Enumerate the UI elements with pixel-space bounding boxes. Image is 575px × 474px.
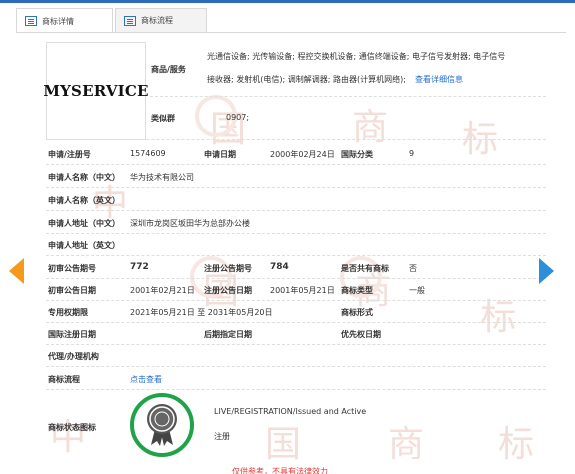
tab-label: 商标流程	[141, 16, 173, 25]
trademark-logo-text: MYSERVICE	[43, 82, 149, 100]
list-icon	[124, 15, 136, 26]
prelim-date-label: 初审公告日期	[48, 286, 96, 295]
row-divider	[46, 139, 546, 140]
status-chinese: 注册	[214, 432, 230, 441]
row-divider	[46, 389, 546, 390]
mark-type-label: 商标类型	[341, 286, 373, 295]
status-label: 商标状态图标	[48, 423, 96, 432]
goods-services-line1: 光通信设备; 光传输设备; 程控交换机设备; 通信终端设备; 电子信号发射器; …	[207, 52, 506, 61]
intl-class-label: 国际分类	[341, 150, 373, 159]
row-divider	[46, 300, 546, 301]
prelim-no-value: 772	[130, 262, 149, 272]
row-divider	[46, 187, 546, 188]
row-divider	[150, 96, 546, 97]
address-cn-label: 申请人地址（中文）	[48, 219, 120, 228]
mark-form-label: 商标形式	[341, 308, 373, 317]
award-ribbon-icon	[147, 404, 177, 446]
top-accent-bar	[0, 0, 575, 3]
view-details-link[interactable]: 查看详细信息	[415, 74, 463, 85]
row-divider	[46, 210, 546, 211]
applicant-cn-label: 申请人名称（中文）	[48, 173, 120, 182]
priority-date-label: 优先权日期	[341, 330, 381, 339]
row-divider	[46, 322, 546, 323]
applicant-cn-value: 华为技术有限公司	[130, 173, 194, 182]
reg-notice-no-value: 784	[270, 262, 289, 272]
apply-date-label: 申请日期	[204, 150, 236, 159]
reg-notice-no-label: 注册公告期号	[204, 264, 252, 273]
document-icon	[25, 16, 37, 26]
view-process-link[interactable]: 点击查看	[130, 374, 162, 385]
applicant-en-label: 申请人名称（英文）	[48, 196, 120, 205]
reg-no-value: 1574609	[130, 149, 166, 158]
tab-trademark-process[interactable]: 商标流程	[115, 8, 207, 32]
mark-type-value: 一般	[409, 286, 425, 295]
next-arrow-icon[interactable]	[539, 258, 554, 284]
disclaimer-text: 仅供参考，不具有法律效力	[232, 467, 328, 474]
goods-services-label: 商品/服务	[151, 65, 186, 74]
status-badge	[130, 393, 194, 457]
tab-bar: 商标详情 商标流程	[16, 8, 209, 33]
row-divider	[46, 233, 546, 234]
status-english: LIVE/REGISTRATION/Issued and Active	[214, 407, 367, 416]
row-divider	[46, 278, 546, 279]
process-label: 商标流程	[48, 375, 80, 384]
reg-no-label: 申请/注册号	[48, 150, 91, 159]
trademark-image: MYSERVICE	[43, 42, 149, 140]
agent-label: 代理/办理机构	[48, 352, 99, 361]
later-date-label: 后期指定日期	[204, 330, 252, 339]
reg-notice-date-value: 2001年05月21日	[270, 286, 335, 295]
address-en-label: 申请人地址（英文）	[48, 241, 120, 250]
similar-group-label: 类似群	[151, 114, 175, 123]
row-divider	[46, 366, 546, 367]
previous-arrow-icon[interactable]	[9, 258, 24, 284]
goods-services-line2: 接收器; 发射机(电信); 调制解调器; 路由器(计算机网络);	[207, 75, 406, 84]
address-cn-value: 深圳市龙岗区坂田华为总部办公楼	[130, 219, 250, 228]
prelim-date-value: 2001年02月21日	[130, 286, 195, 295]
reg-notice-date-label: 注册公告日期	[204, 286, 252, 295]
tab-label: 商标详情	[42, 16, 74, 26]
row-divider	[46, 255, 546, 256]
exclusive-period-label: 专用权期限	[48, 308, 88, 317]
row-divider	[46, 164, 546, 165]
intl-reg-date-label: 国际注册日期	[48, 330, 96, 339]
shared-value: 否	[409, 264, 417, 273]
apply-date-value: 2000年02月24日	[270, 150, 335, 159]
similar-group-value: 0907;	[226, 113, 250, 122]
prelim-no-label: 初审公告期号	[48, 264, 96, 273]
tab-trademark-details[interactable]: 商标详情	[16, 8, 113, 33]
shared-label: 是否共有商标	[341, 264, 389, 273]
intl-class-value: 9	[409, 149, 415, 158]
row-divider	[46, 344, 546, 345]
exclusive-period-value: 2021年05月21日 至 2031年05月20日	[130, 308, 273, 317]
